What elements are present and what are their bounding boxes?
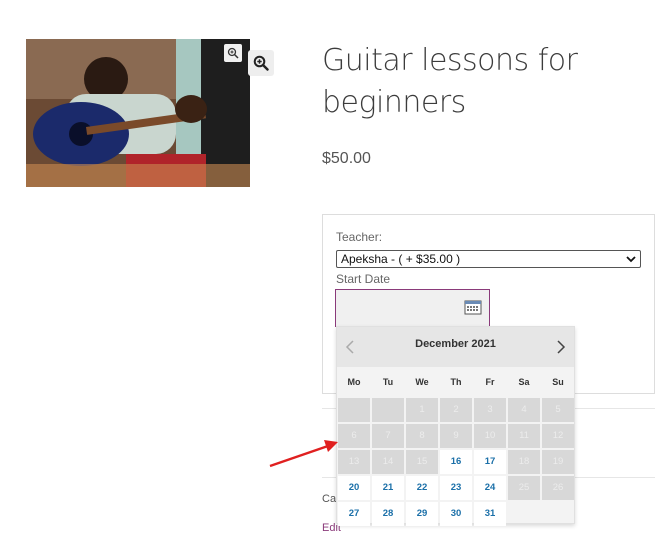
datepicker-days: 1 2 3 4 5 6 7 8 9 10 11 12 13 14 15 16 17 18 19 20 21 22 23 24 2… [337,397,574,527]
chevron-down-icon [626,256,636,263]
day-7: 7 [372,424,404,448]
day-14: 14 [372,450,404,474]
product-image[interactable] [26,39,250,187]
calendar-icon[interactable] [464,299,482,315]
day-19: 19 [542,450,574,474]
datepicker-weekdays: Mo Tu We Th Fr Sa Su [337,367,574,397]
weekday-sa: Sa [518,377,530,387]
day-20[interactable]: 20 [338,476,370,500]
day-28[interactable]: 28 [372,502,404,526]
zoom-button[interactable] [248,50,274,76]
chevron-left-icon[interactable] [342,339,358,355]
weekday-we: We [415,377,429,387]
day-30[interactable]: 30 [440,502,472,526]
day-2: 2 [440,398,472,422]
day-15: 15 [406,450,438,474]
day-6: 6 [338,424,370,448]
day-13: 13 [338,450,370,474]
day-26: 26 [542,476,574,500]
day-10: 10 [474,424,506,448]
day-8: 8 [406,424,438,448]
datepicker: December 2021 Mo Tu We Th Fr Sa Su 1 2 3 4 5 6 7 8 9 10… [336,326,575,527]
day-25: 25 [508,476,540,500]
day-24[interactable]: 24 [474,476,506,500]
day-empty [372,398,404,422]
teacher-select[interactable]: Apeksha - ( + $35.00 ) [336,250,641,268]
magnifier-plus-icon [253,55,269,71]
day-9: 9 [440,424,472,448]
day-5: 5 [542,398,574,422]
day-18: 18 [508,450,540,474]
day-22[interactable]: 22 [406,476,438,500]
day-4: 4 [508,398,540,422]
day-3: 3 [474,398,506,422]
product-title: Guitar lessons for beginners [322,43,578,120]
day-empty [542,502,574,526]
image-zoom-icon[interactable] [224,44,242,62]
day-empty [508,502,540,526]
weekday-su: Su [552,377,564,387]
weekday-fr: Fr [485,377,495,387]
day-12: 12 [542,424,574,448]
annotation-arrow [269,440,338,468]
weekday-th: Th [450,377,462,387]
day-21[interactable]: 21 [372,476,404,500]
product-photo [26,39,250,187]
day-16[interactable]: 16 [440,450,472,474]
day-27[interactable]: 27 [338,502,370,526]
weekday-mo: Mo [347,377,361,387]
day-11: 11 [508,424,540,448]
teacher-select-value: Apeksha - ( + $35.00 ) [341,252,461,266]
start-date-label: Start Date [336,272,391,286]
datepicker-header: December 2021 [337,327,574,367]
day-23[interactable]: 23 [440,476,472,500]
product-price: $50.00 [322,150,371,167]
weekday-tu: Tu [382,377,394,387]
chevron-right-icon[interactable] [553,339,569,355]
datepicker-month: December 2021 [415,338,496,350]
day-17[interactable]: 17 [474,450,506,474]
day-29[interactable]: 29 [406,502,438,526]
day-31[interactable]: 31 [474,502,506,526]
day-1: 1 [406,398,438,422]
teacher-label: Teacher: [336,230,383,244]
day-empty [338,398,370,422]
